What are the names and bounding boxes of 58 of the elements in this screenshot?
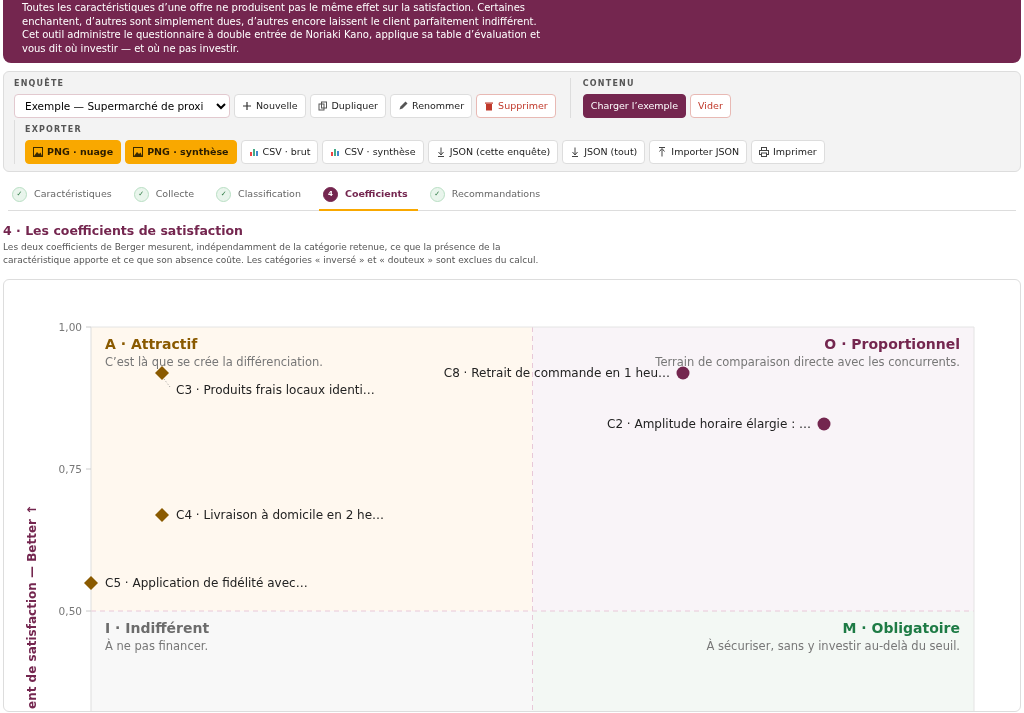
point-label: C8 · Retrait de commande en 1 heu… [443,366,670,380]
toolbar-button[interactable]: CSV · synthèse [322,140,424,164]
pencil-icon [398,101,408,111]
axis-title: ent de satisfaction — Better ↑ [25,504,39,709]
toolbar-button[interactable]: Supprimer [476,94,556,118]
toolbar-button[interactable]: Dupliquer [309,94,386,118]
toolbar-button[interactable]: Importer JSON [649,140,748,164]
image-icon [33,147,43,157]
toolbar-button[interactable]: PNG · nuage [25,140,122,164]
bar-chart-icon [330,147,341,157]
section-heading: ENQUÊTE [14,78,66,90]
toolbar-button[interactable]: JSON (cette enquête) [427,140,559,164]
tick-label: 0,75 [58,463,82,475]
plus-icon [242,101,252,111]
bar-chart-icon [248,147,259,157]
section-title: 4 · Les coefficients de satisfaction [3,223,245,238]
section-heading: EXPORTER [25,124,83,136]
intro-text: Cet outil administre le questionnaire à double entrée de Noriaki Kano, applique sa table d’évaluation et [22,28,541,42]
tick-label: 0,50 [58,605,82,617]
copy-icon [317,101,328,111]
circle-marker [676,366,690,380]
image-icon [133,147,144,157]
section-heading: CONTENU [582,78,636,90]
toolbar-button[interactable]: Imprimer [751,140,825,164]
download-icon [570,147,581,157]
intro-text: vous dit où investir — et où ne pas investir. [22,41,240,55]
intro-text: Toutes les caractéristiques d’une offre ne produisent pas le même effet sur la satisfaction. Certaines [22,1,525,15]
point-label: C4 · Livraison à domicile en 2 he… [176,508,385,522]
quadrant-title: A · Attractif [105,336,198,352]
section-description: Les deux coefficients de Berger mesurent, indépendamment de la catégorie retenue, ce que la présence de la caractéristique apporte et ce que son absence coûte. Les catégories « inversé » et « douteux » sont exclues du calcul. [3,241,540,267]
toolbar-button[interactable]: Nouvelle [234,94,306,118]
intro-text: enchantent, d’autres sont simplement dues, d’autres encore laissent le client parfaitement indifférent. [22,14,537,28]
diamond-marker [84,576,98,590]
trash-icon [484,101,495,111]
quadrant-note: À sécuriser, sans y investir au-delà du seuil. [706,639,960,653]
leader-line [163,378,171,388]
circle-marker [817,417,831,431]
quadrant-note: À ne pas financer. [105,639,209,653]
toolbar-button[interactable]: Renommer [390,94,473,118]
toolbar-button[interactable]: CSV · brut [240,140,319,164]
print-icon [759,147,770,157]
quadrant-title: M · Obligatoire [842,620,960,636]
toolbar-button[interactable]: JSON (tout) [562,140,646,164]
point-label: C5 · Application de fidélité avec… [105,576,308,590]
toolbar-button[interactable]: Vider [690,94,731,118]
point-label: C3 · Produits frais locaux identi… [176,383,375,397]
upload-icon [657,147,668,157]
quadrant-note: C’est là que se crée la différenciation. [105,355,323,369]
quadrant-note: Terrain de comparaison directe avec les concurrents. [655,355,960,369]
tick-label: 1,00 [58,321,82,333]
toolbar-button[interactable]: PNG · synthèse [125,140,237,164]
point-label: C2 · Amplitude horaire élargie : … [607,417,811,431]
survey-select[interactable]: Exemple — Supermarché de proxi [14,94,230,118]
quadrant-title: I · Indifférent [105,620,210,636]
quadrant-title: O · Proportionnel [824,336,960,352]
download-icon [435,147,446,157]
toolbar-button[interactable]: Charger l’exemple [582,94,687,118]
diamond-marker [155,508,169,522]
